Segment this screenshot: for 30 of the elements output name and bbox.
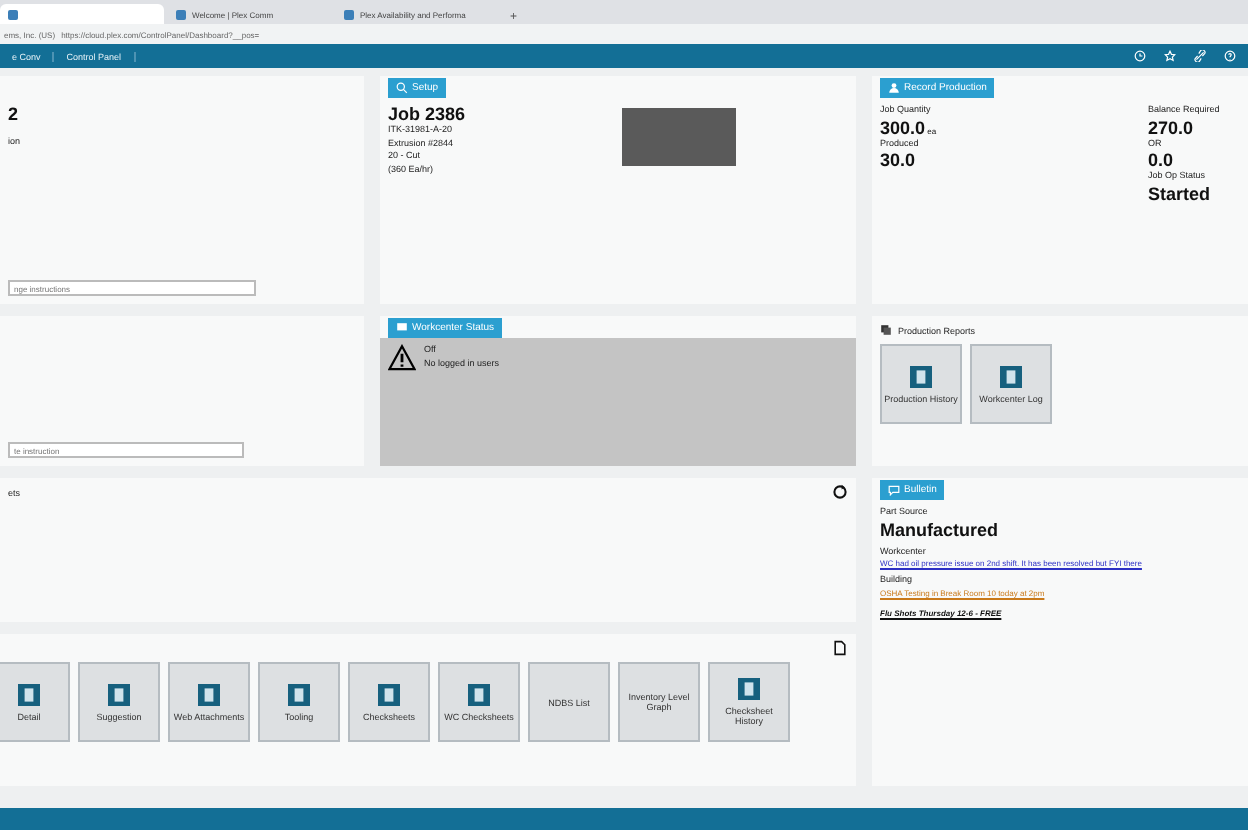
document-icon [288,683,310,705]
job-status: Started [1148,183,1213,203]
document-icon [738,678,760,700]
document-icon [1000,365,1022,387]
stat-value: 270.0 [1148,117,1196,137]
panel-heading: 2 [8,104,21,124]
stack-icon [880,324,892,336]
clock-icon [1134,50,1146,62]
link-icon [1194,50,1206,62]
people-icon [888,82,900,94]
document-icon [832,640,848,656]
photo-placeholder [622,108,736,166]
document-icon [198,683,220,705]
document-icon [910,365,932,387]
job-number: Job 2386 [388,104,468,124]
stat-value: 30.0 [880,150,918,170]
part-source: Manufactured [880,519,1001,539]
stat-value: 0.0 [1148,150,1176,170]
monitor-icon [396,322,408,334]
document-icon [18,683,40,705]
browser-tab[interactable] [0,4,164,24]
star-icon [1164,50,1176,62]
refresh-icon [832,484,848,500]
document-icon [378,683,400,705]
search-icon [396,82,408,94]
help-icon [1224,50,1236,62]
warning-icon [388,344,416,372]
document-icon [108,683,130,705]
document-icon [468,683,490,705]
chat-icon [888,484,900,496]
